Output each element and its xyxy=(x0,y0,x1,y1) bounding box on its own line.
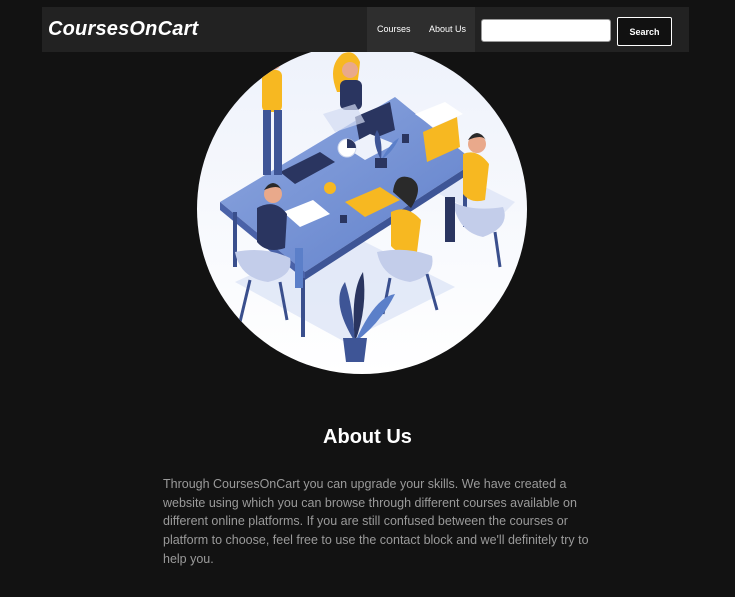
navbar: CoursesOnCart Courses About Us Search xyxy=(42,7,689,52)
nav-link-courses[interactable]: Courses xyxy=(377,24,411,34)
nav-link-about-us[interactable]: About Us xyxy=(429,24,466,34)
search-button[interactable]: Search xyxy=(617,17,672,46)
team-meeting-illustration xyxy=(197,52,527,374)
about-title: About Us xyxy=(323,426,412,448)
brand-logo[interactable]: CoursesOnCart xyxy=(48,18,198,41)
page: CoursesOnCart Courses About Us Search Ab… xyxy=(0,0,735,597)
nav-links: Courses About Us xyxy=(367,7,475,52)
about-description: Through CoursesOnCart you can upgrade yo… xyxy=(163,477,589,566)
search-input[interactable] xyxy=(481,19,611,42)
